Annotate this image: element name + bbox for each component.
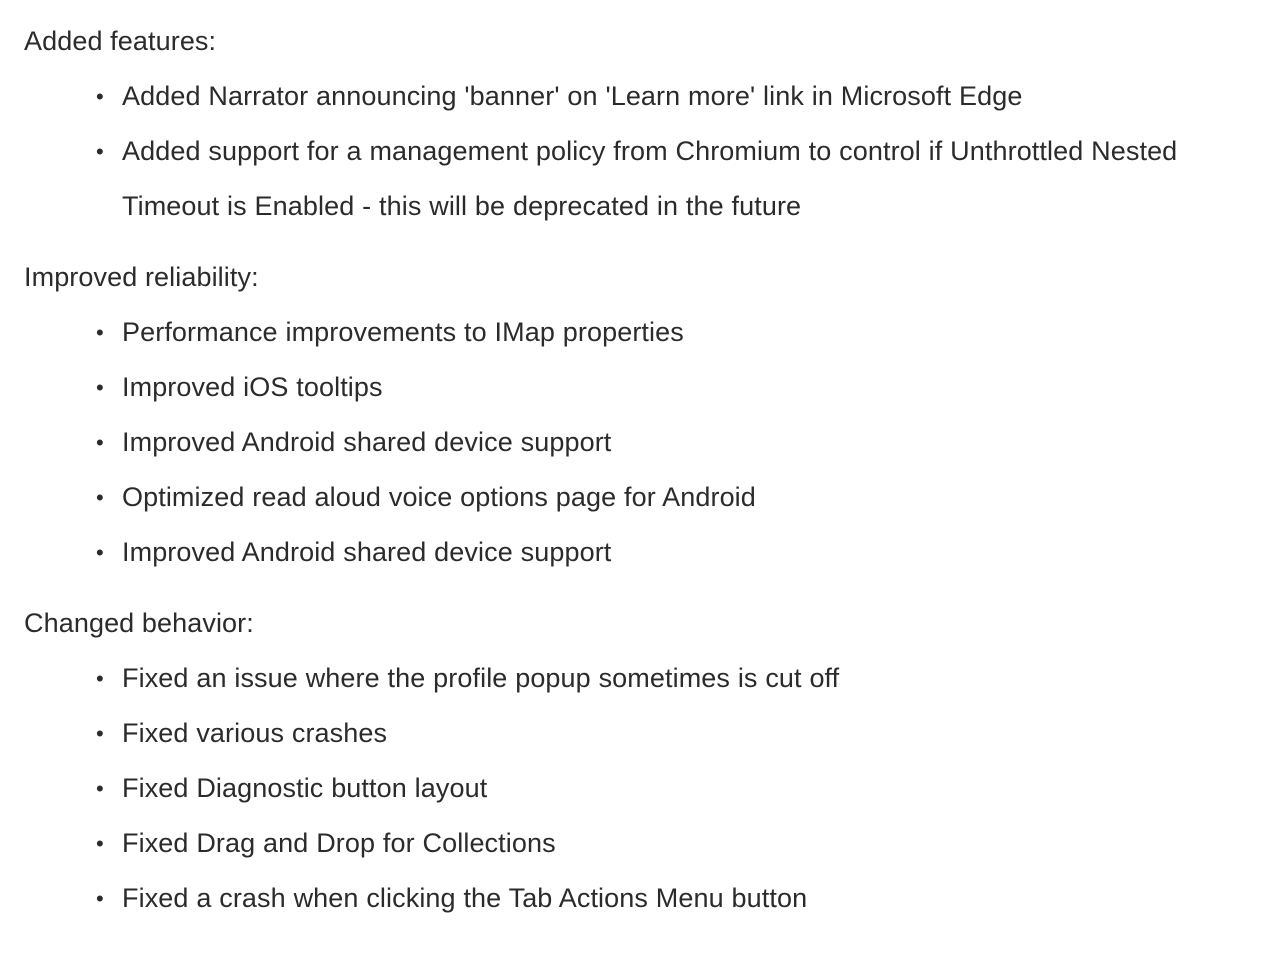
list-item-text: Improved Android shared device support	[122, 537, 612, 567]
list-item: • Improved Android shared device support	[24, 525, 1261, 580]
list-item: • Fixed various crashes	[24, 706, 1261, 761]
list-item-text: Improved iOS tooltips	[122, 372, 383, 402]
release-notes-document: Added features: • Added Narrator announc…	[0, 0, 1281, 926]
bullet-point-icon: •	[96, 666, 104, 691]
list-item-text: Fixed Drag and Drop for Collections	[122, 828, 556, 858]
bullet-point-icon: •	[96, 430, 104, 455]
bullet-point-icon: •	[96, 540, 104, 565]
section-added-features: Added features: • Added Narrator announc…	[24, 22, 1261, 234]
list-item-text: Performance improvements to IMap propert…	[122, 317, 684, 347]
list-item: • Optimized read aloud voice options pag…	[24, 470, 1261, 525]
list-item-text: Fixed an issue where the profile popup s…	[122, 663, 840, 693]
section-heading: Added features:	[24, 26, 217, 56]
bullet-point-icon: •	[96, 776, 104, 801]
bullet-point-icon: •	[96, 886, 104, 911]
list-item: • Fixed Diagnostic button layout	[24, 761, 1261, 816]
list-item-text: Added support for a management policy fr…	[122, 136, 1178, 221]
list-item: • Performance improvements to IMap prope…	[24, 305, 1261, 360]
list-item-text: Fixed various crashes	[122, 718, 388, 748]
list-item: • Fixed Drag and Drop for Collections	[24, 816, 1261, 871]
list-item-text: Fixed Diagnostic button layout	[122, 773, 488, 803]
list-item: • Improved Android shared device support	[24, 415, 1261, 470]
bullet-point-icon: •	[96, 831, 104, 856]
section-changed-behavior: Changed behavior: • Fixed an issue where…	[24, 604, 1261, 926]
bullet-point-icon: •	[96, 375, 104, 400]
bullet-list: • Added Narrator announcing 'banner' on …	[24, 69, 1261, 234]
list-item-text: Fixed a crash when clicking the Tab Acti…	[122, 883, 808, 913]
section-heading: Changed behavior:	[24, 608, 254, 638]
bullet-point-icon: •	[96, 84, 104, 109]
list-item-text: Added Narrator announcing 'banner' on 'L…	[122, 81, 1023, 111]
bullet-point-icon: •	[96, 320, 104, 345]
list-item-text: Optimized read aloud voice options page …	[122, 482, 756, 512]
bullet-list: • Performance improvements to IMap prope…	[24, 305, 1261, 580]
section-improved-reliability: Improved reliability: • Performance impr…	[24, 258, 1261, 580]
bullet-point-icon: •	[96, 721, 104, 746]
list-item: • Added support for a management policy …	[24, 124, 1261, 234]
section-heading: Improved reliability:	[24, 262, 259, 292]
list-item: • Improved iOS tooltips	[24, 360, 1261, 415]
bullet-point-icon: •	[96, 485, 104, 510]
list-item: • Fixed an issue where the profile popup…	[24, 651, 1261, 706]
list-item-text: Improved Android shared device support	[122, 427, 612, 457]
bullet-list: • Fixed an issue where the profile popup…	[24, 651, 1261, 926]
bullet-point-icon: •	[96, 139, 104, 164]
list-item: • Added Narrator announcing 'banner' on …	[24, 69, 1261, 124]
list-item: • Fixed a crash when clicking the Tab Ac…	[24, 871, 1261, 926]
